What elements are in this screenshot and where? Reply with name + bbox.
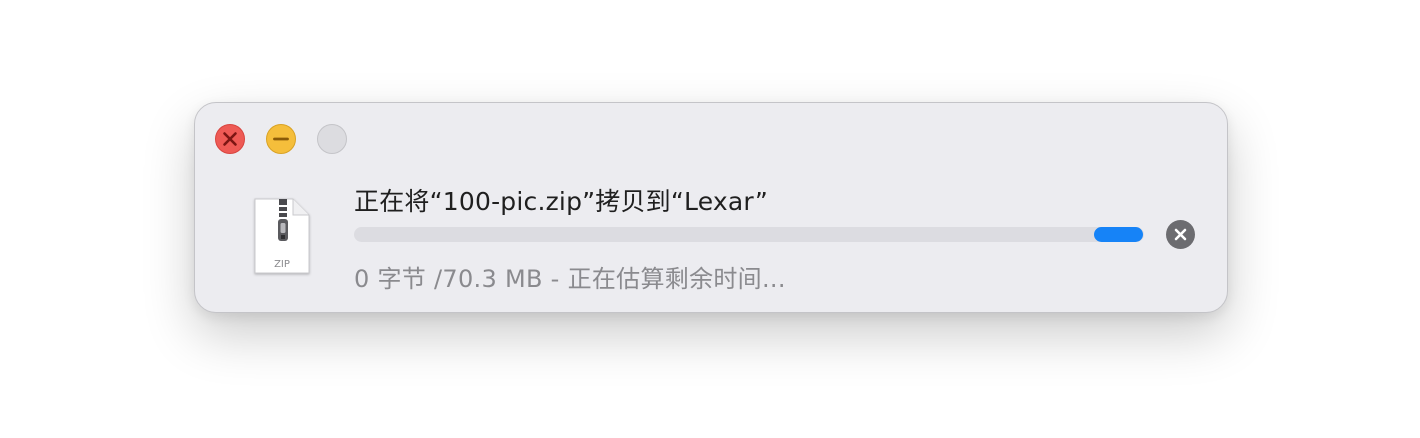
stop-copy-button[interactable]: [1166, 220, 1195, 249]
zip-file-icon: ZIP: [251, 197, 313, 277]
file-type-label: ZIP: [274, 259, 290, 270]
close-button[interactable]: [215, 124, 245, 154]
progress-indeterminate-indicator: [1094, 227, 1143, 242]
zoom-button[interactable]: [317, 124, 347, 154]
copy-progress-window: ZIP 正在将“100-pic.zip”拷贝到“Lexar” 0 字节 /70.…: [194, 102, 1228, 313]
close-icon: [223, 132, 237, 146]
stop-x-icon: [1174, 228, 1187, 241]
minimize-button[interactable]: [266, 124, 296, 154]
progress-bar: [354, 227, 1144, 242]
copy-status-text: 0 字节 /70.3 MB - 正在估算剩余时间...: [354, 265, 786, 293]
minimize-icon: [273, 137, 289, 141]
copy-title: 正在将“100-pic.zip”拷贝到“Lexar”: [354, 187, 769, 216]
